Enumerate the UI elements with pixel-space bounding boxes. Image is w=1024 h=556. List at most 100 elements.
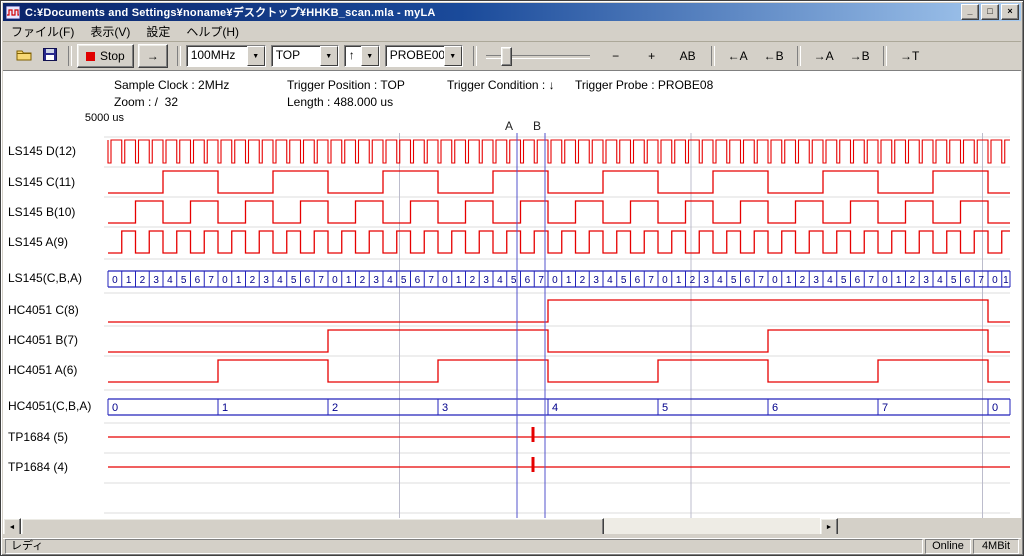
bus-value: 7 xyxy=(868,275,874,286)
bus-value: 5 xyxy=(181,275,187,286)
zoom-slider[interactable] xyxy=(486,45,590,67)
menu-file[interactable]: ファイル(F) xyxy=(3,21,82,42)
goto-cursor-a-right-button[interactable]: →A xyxy=(808,44,840,68)
bus-value: 3 xyxy=(442,402,448,414)
chevron-down-icon[interactable]: ▼ xyxy=(444,46,462,66)
bus-value: 0 xyxy=(112,275,118,286)
bus-value: 0 xyxy=(992,275,998,286)
bus-value: 3 xyxy=(923,275,929,286)
bus-value: 4 xyxy=(387,275,393,286)
wave-ls145-a-9 xyxy=(108,231,1010,253)
bus-value: 1 xyxy=(676,275,682,286)
bus-value: 2 xyxy=(470,275,476,286)
menu-help[interactable]: ヘルプ(H) xyxy=(178,21,247,42)
bus-value: 6 xyxy=(305,275,311,286)
status-memory: 4MBit xyxy=(973,539,1019,554)
bus-value: 0 xyxy=(772,275,778,286)
bus-value: 3 xyxy=(153,275,159,286)
bus-value: 0 xyxy=(442,275,448,286)
bus-value: 2 xyxy=(800,275,806,286)
trigger-probe-select[interactable]: PROBE00 ▼ xyxy=(385,45,463,67)
toolbar-separator xyxy=(797,46,801,66)
bus-value: 4 xyxy=(277,275,283,286)
toolbar: Stop → 100MHz ▼ TOP ▼ ↑ ▼ PROBE00 ▼ − + … xyxy=(3,42,1021,71)
maximize-button[interactable]: □ xyxy=(981,4,999,20)
bus-value: 6 xyxy=(772,402,778,414)
bus-value: 0 xyxy=(222,275,228,286)
run-button[interactable]: → xyxy=(138,44,168,68)
bus-value: 1 xyxy=(1003,275,1009,286)
bus-value: 0 xyxy=(882,275,888,286)
bus-value: 4 xyxy=(607,275,613,286)
bus-value: 7 xyxy=(882,402,888,414)
toolbar-separator xyxy=(473,46,477,66)
cursor-b-label: B xyxy=(533,119,541,133)
slider-thumb[interactable] xyxy=(501,47,512,66)
bus-value: 2 xyxy=(332,402,338,414)
bus-value: 1 xyxy=(456,275,462,286)
trigger-edge-select[interactable]: ↑ ▼ xyxy=(344,45,380,67)
chevron-down-icon[interactable]: ▼ xyxy=(320,46,338,66)
horizontal-scrollbar[interactable]: ◄ ► xyxy=(3,518,838,534)
bus-value: 6 xyxy=(415,275,421,286)
menu-settings[interactable]: 設定 xyxy=(138,21,178,42)
bus-value: 7 xyxy=(648,275,654,286)
scrollbar-track[interactable] xyxy=(21,518,820,534)
bus-value: 4 xyxy=(717,275,723,286)
bus-value: 4 xyxy=(497,275,503,286)
sample-clock-value: 100MHz xyxy=(187,46,247,66)
zoom-out-button[interactable]: − xyxy=(600,44,632,68)
bus-value: 5 xyxy=(662,402,668,414)
chevron-down-icon[interactable]: ▼ xyxy=(361,46,379,66)
ab-cursors-button[interactable]: AB xyxy=(672,44,704,68)
trigger-position-value: TOP xyxy=(272,46,320,66)
menu-view[interactable]: 表示(V) xyxy=(82,21,138,42)
bus-value: 1 xyxy=(786,275,792,286)
bus-value: 5 xyxy=(511,275,517,286)
bus-value: 3 xyxy=(593,275,599,286)
scrollbar-gap xyxy=(838,518,1021,534)
wave-ls145-b-10 xyxy=(108,201,1010,223)
bus-value: 2 xyxy=(140,275,146,286)
goto-cursor-b-right-button[interactable]: →B xyxy=(844,44,876,68)
wave-hc4051-b-7 xyxy=(108,330,1010,352)
bus-value: 7 xyxy=(978,275,984,286)
stop-button-label: Stop xyxy=(100,49,125,63)
open-file-button[interactable] xyxy=(11,44,37,68)
trigger-probe-info: Trigger Probe : PROBE08 xyxy=(575,78,713,92)
window-title: C:¥Documents and Settings¥noname¥デスクトップ¥… xyxy=(25,4,959,20)
sample-clock-select[interactable]: 100MHz ▼ xyxy=(186,45,266,67)
bus-value: 5 xyxy=(841,275,847,286)
zoom-in-button[interactable]: + xyxy=(636,44,668,68)
bus-value: 0 xyxy=(552,275,558,286)
goto-trigger-button[interactable]: →T xyxy=(894,44,926,68)
bus-value: 2 xyxy=(910,275,916,286)
close-button[interactable]: × xyxy=(1001,4,1019,20)
trigger-position-select[interactable]: TOP ▼ xyxy=(271,45,339,67)
bus-value: 1 xyxy=(222,402,228,414)
bus-value: 1 xyxy=(126,275,132,286)
trigger-condition-info: Trigger Condition : ↓ xyxy=(447,78,555,92)
bus-value: 3 xyxy=(813,275,819,286)
save-file-button[interactable] xyxy=(37,44,63,68)
titlebar: C:¥Documents and Settings¥noname¥デスクトップ¥… xyxy=(3,3,1021,21)
goto-cursor-b-left-button[interactable]: ←B xyxy=(758,44,790,68)
app-window: C:¥Documents and Settings¥noname¥デスクトップ¥… xyxy=(0,0,1024,556)
cursor-a-label: A xyxy=(505,119,513,133)
wave-ls145-c-11 xyxy=(108,171,1010,193)
bus-value: 3 xyxy=(483,275,489,286)
chevron-down-icon[interactable]: ▼ xyxy=(247,46,265,66)
toolbar-separator xyxy=(883,46,887,66)
goto-cursor-a-left-button[interactable]: ←A xyxy=(722,44,754,68)
bus-value: 7 xyxy=(208,275,214,286)
bus-value: 2 xyxy=(580,275,586,286)
bus-value: 7 xyxy=(538,275,544,286)
toolbar-separator xyxy=(177,46,181,66)
stop-square-icon xyxy=(86,52,95,61)
stop-button[interactable]: Stop xyxy=(77,44,134,68)
bus-value: 6 xyxy=(745,275,751,286)
bus-value: 1 xyxy=(896,275,902,286)
minimize-button[interactable]: _ xyxy=(961,4,979,20)
app-icon xyxy=(6,5,22,19)
bus-value: 3 xyxy=(263,275,269,286)
